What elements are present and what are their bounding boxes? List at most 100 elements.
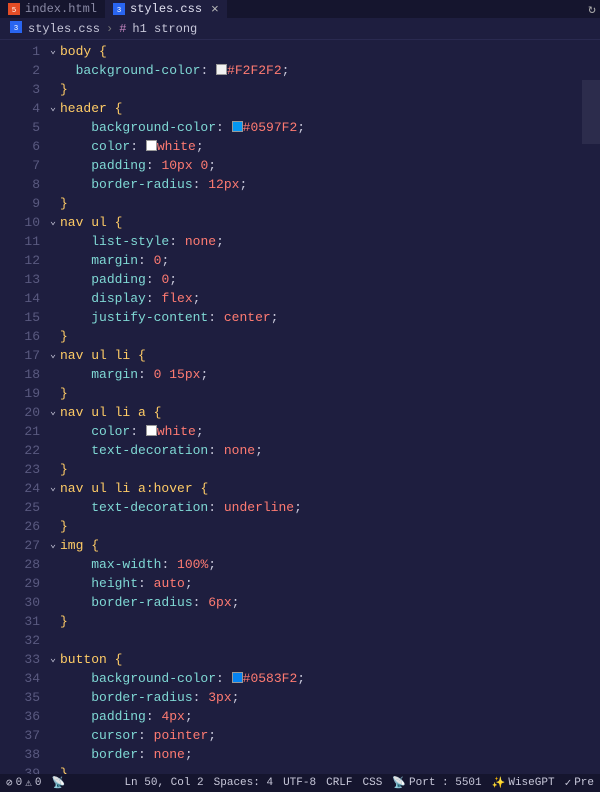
fold-toggle (46, 688, 60, 707)
fold-toggle[interactable]: ⌄ (46, 99, 60, 118)
code-line[interactable]: header { (60, 99, 600, 118)
code-line[interactable]: background-color: #F2F2F2; (60, 61, 600, 80)
code-line[interactable]: background-color: #0583F2; (60, 669, 600, 688)
code-line[interactable]: } (60, 612, 600, 631)
fold-toggle (46, 460, 60, 479)
tab-label: index.html (25, 2, 97, 16)
code-line[interactable]: height: auto; (60, 574, 600, 593)
code-line[interactable]: border-radius: 6px; (60, 593, 600, 612)
code-line[interactable]: nav ul li { (60, 346, 600, 365)
fold-toggle (46, 118, 60, 137)
eol[interactable]: CRLF (326, 777, 352, 789)
code-line[interactable]: nav ul { (60, 213, 600, 232)
live-server-port[interactable]: 📡 Port : 5501 (392, 776, 481, 790)
code-line[interactable]: max-width: 100%; (60, 555, 600, 574)
code-line[interactable]: img { (60, 536, 600, 555)
close-icon[interactable]: × (211, 2, 219, 17)
fold-toggle (46, 555, 60, 574)
color-swatch[interactable] (146, 425, 157, 436)
cursor-position[interactable]: Ln 50, Col 2 (124, 777, 203, 789)
css-file-icon: 3 (113, 3, 125, 15)
code-line[interactable]: border-radius: 12px; (60, 175, 600, 194)
code-line[interactable]: cursor: pointer; (60, 726, 600, 745)
line-number: 30 (0, 593, 46, 612)
line-number: 37 (0, 726, 46, 745)
fold-toggle[interactable]: ⌄ (46, 346, 60, 365)
code-line[interactable]: justify-content: center; (60, 308, 600, 327)
code-line[interactable]: } (60, 384, 600, 403)
color-swatch[interactable] (146, 140, 157, 151)
html-file-icon: 5 (8, 3, 20, 15)
fold-toggle[interactable]: ⌄ (46, 536, 60, 555)
color-swatch[interactable] (232, 672, 243, 683)
editor-area[interactable]: 1234567891011121314151617181920212223242… (0, 40, 600, 774)
code-line[interactable]: border-radius: 3px; (60, 688, 600, 707)
fold-toggle[interactable]: ⌄ (46, 650, 60, 669)
fold-toggle (46, 384, 60, 403)
line-number: 7 (0, 156, 46, 175)
code-line[interactable]: padding: 0; (60, 270, 600, 289)
code-line[interactable]: color: white; (60, 422, 600, 441)
code-line[interactable]: } (60, 327, 600, 346)
code-line[interactable]: nav ul li a { (60, 403, 600, 422)
line-number: 25 (0, 498, 46, 517)
fold-toggle (46, 574, 60, 593)
radio-icon[interactable]: 📡 (51, 776, 65, 790)
fold-toggle[interactable]: ⌄ (46, 479, 60, 498)
code-line[interactable]: text-decoration: none; (60, 441, 600, 460)
encoding[interactable]: UTF-8 (283, 777, 316, 789)
color-swatch[interactable] (216, 64, 227, 75)
fold-toggle[interactable]: ⌄ (46, 42, 60, 61)
line-number: 9 (0, 194, 46, 213)
code-line[interactable]: } (60, 460, 600, 479)
fold-toggle (46, 517, 60, 536)
code-line[interactable]: background-color: #0597F2; (60, 118, 600, 137)
line-number: 13 (0, 270, 46, 289)
indent-setting[interactable]: Spaces: 4 (214, 777, 273, 789)
code-line[interactable]: body { (60, 42, 600, 61)
refresh-icon[interactable]: ↻ (588, 2, 596, 17)
tab-styles-css[interactable]: 3 styles.css × (105, 0, 227, 18)
fold-toggle[interactable]: ⌄ (46, 213, 60, 232)
errors-indicator[interactable]: ⊘ 0 ⚠ 0 (6, 776, 41, 790)
line-number: 28 (0, 555, 46, 574)
code-line[interactable]: } (60, 517, 600, 536)
code-line[interactable]: padding: 4px; (60, 707, 600, 726)
breadcrumb-file[interactable]: styles.css (28, 22, 100, 36)
fold-toggle (46, 422, 60, 441)
fold-toggle (46, 175, 60, 194)
code-line[interactable]: } (60, 194, 600, 213)
code-line[interactable]: nav ul li a:hover { (60, 479, 600, 498)
code-line[interactable]: margin: 0; (60, 251, 600, 270)
error-icon: ⊘ (6, 776, 13, 790)
fold-toggle (46, 61, 60, 80)
fold-toggle (46, 726, 60, 745)
code-line[interactable]: display: flex; (60, 289, 600, 308)
tab-bar: 5 index.html 3 styles.css × (0, 0, 600, 18)
code-line[interactable]: button { (60, 650, 600, 669)
code-line[interactable]: text-decoration: underline; (60, 498, 600, 517)
line-number: 20 (0, 403, 46, 422)
tab-index-html[interactable]: 5 index.html (0, 0, 105, 18)
code-line[interactable]: } (60, 80, 600, 99)
code-line[interactable]: margin: 0 15px; (60, 365, 600, 384)
code-content[interactable]: body { background-color: #F2F2F2;}header… (60, 40, 600, 774)
fold-toggle[interactable]: ⌄ (46, 403, 60, 422)
language-mode[interactable]: CSS (363, 777, 383, 789)
line-number: 12 (0, 251, 46, 270)
minimap[interactable] (582, 80, 600, 240)
breadcrumb-symbol[interactable]: h1 strong (132, 22, 197, 36)
code-line[interactable]: border: none; (60, 745, 600, 764)
code-line[interactable]: color: white; (60, 137, 600, 156)
wisegpt-indicator[interactable]: ✨ WiseGPT (492, 776, 555, 790)
fold-toggle (46, 308, 60, 327)
code-line[interactable]: list-style: none; (60, 232, 600, 251)
line-number: 22 (0, 441, 46, 460)
code-line[interactable]: padding: 10px 0; (60, 156, 600, 175)
fold-toggle (46, 232, 60, 251)
code-line[interactable] (60, 631, 600, 650)
line-number: 11 (0, 232, 46, 251)
prettier-indicator[interactable]: ✓ Pre (565, 776, 594, 790)
color-swatch[interactable] (232, 121, 243, 132)
line-number: 31 (0, 612, 46, 631)
